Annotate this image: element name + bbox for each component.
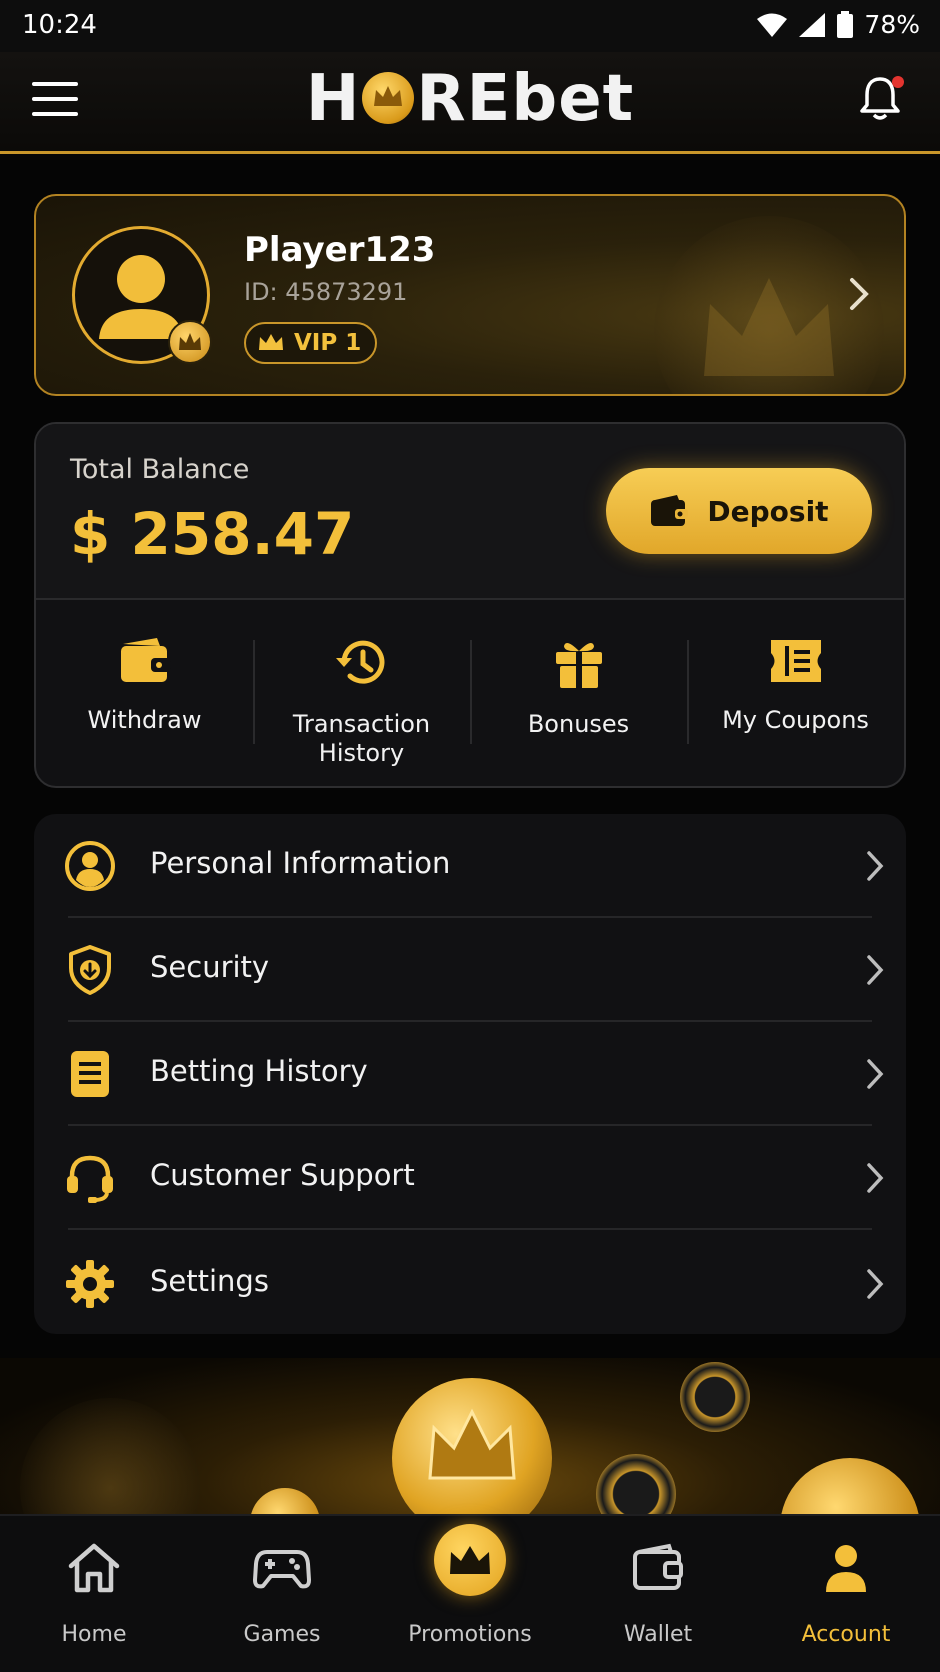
shield-icon	[69, 945, 111, 995]
status-time: 10:24	[22, 10, 97, 40]
menu-label: Betting History	[150, 1054, 368, 1088]
nav-label: Games	[243, 1622, 321, 1647]
poker-chip	[596, 1454, 676, 1514]
home-icon	[68, 1543, 120, 1593]
history-icon	[335, 640, 384, 684]
wallet-icon	[633, 1543, 683, 1590]
notification-bell-icon[interactable]	[858, 74, 904, 124]
poker-chip	[680, 1362, 750, 1432]
chevron-right-icon	[867, 955, 884, 985]
gold-coin	[780, 1458, 920, 1514]
chevron-right-icon[interactable]	[848, 276, 870, 312]
brand-logo: H REbet	[305, 62, 635, 136]
nav-label: Wallet	[623, 1622, 693, 1647]
vip-crown-badge-icon	[168, 320, 212, 364]
battery-percent: 78%	[864, 10, 920, 39]
my-coupons-label: My Coupons	[722, 706, 869, 734]
person-icon	[826, 1545, 866, 1592]
nav-account[interactable]: Account	[752, 1516, 940, 1672]
chevron-right-icon	[867, 1269, 884, 1299]
transaction-history-button[interactable]: Transaction History	[253, 602, 470, 786]
deposit-button[interactable]: Deposit	[606, 468, 872, 554]
nav-label: Promotions	[408, 1622, 532, 1647]
menu-item-personal-information[interactable]: Personal Information	[34, 814, 906, 918]
my-coupons-button[interactable]: My Coupons	[687, 602, 904, 786]
menu-label: Settings	[150, 1264, 269, 1298]
faded-crown-coin	[20, 1398, 200, 1514]
gold-coin	[250, 1488, 320, 1514]
document-icon	[71, 1051, 109, 1097]
profile-card[interactable]: Player123 ID: 45873291 VIP 1	[34, 194, 906, 396]
promo-banner[interactable]	[0, 1358, 940, 1514]
gift-icon	[555, 642, 602, 688]
nav-home[interactable]: Home	[0, 1516, 188, 1672]
chevron-right-icon	[867, 1163, 884, 1193]
bonuses-button[interactable]: Bonuses	[470, 602, 687, 786]
chevron-right-icon	[867, 851, 884, 881]
wallet-icon	[651, 495, 689, 526]
menu-label: Security	[150, 950, 270, 984]
balance-label: Total Balance	[70, 454, 250, 485]
menu-item-betting-history[interactable]: Betting History	[34, 1022, 906, 1126]
chevron-right-icon	[867, 1059, 884, 1089]
battery-icon	[837, 10, 854, 38]
wifi-icon	[757, 13, 788, 37]
coupon-icon	[770, 640, 821, 682]
balance-card: Total Balance $ 258.47 Deposit Withdraw …	[34, 422, 906, 788]
bonuses-label: Bonuses	[527, 710, 630, 738]
withdraw-button[interactable]: Withdraw	[36, 602, 253, 786]
nav-promotions[interactable]: Promotions	[376, 1516, 564, 1672]
signal-icon	[799, 12, 826, 37]
menu-item-security[interactable]: Security	[34, 918, 906, 1022]
nav-games[interactable]: Games	[188, 1516, 376, 1672]
headset-icon	[67, 1155, 113, 1203]
player-name: Player123	[244, 230, 436, 270]
menu-item-settings[interactable]: Settings	[34, 1232, 906, 1336]
status-bar: 10:24 78%	[0, 0, 940, 52]
bottom-navigation: Home Games Promotions Wallet Account	[0, 1514, 940, 1672]
transaction-history-label: Transaction History	[292, 710, 431, 767]
vip-badge: VIP 1	[244, 322, 378, 364]
nav-wallet[interactable]: Wallet	[564, 1516, 752, 1672]
nav-label: Account	[801, 1622, 891, 1647]
account-menu: Personal Information Security Betting Hi…	[34, 814, 906, 1334]
gold-crown-coin	[392, 1378, 552, 1514]
menu-label: Personal Information	[150, 846, 451, 880]
promotions-highlight	[434, 1524, 506, 1596]
crown-icon	[450, 1546, 490, 1574]
balance-value: $ 258.47	[70, 500, 355, 568]
player-id: ID: 45873291	[244, 278, 408, 306]
menu-item-customer-support[interactable]: Customer Support	[34, 1126, 906, 1230]
menu-label: Customer Support	[150, 1158, 415, 1192]
notification-dot	[892, 76, 904, 88]
logo-coin-icon	[362, 72, 415, 124]
withdraw-label: Withdraw	[87, 706, 202, 734]
user-circle-icon	[65, 841, 115, 891]
nav-label: Home	[61, 1622, 127, 1647]
app-header: H REbet	[0, 52, 940, 154]
gamepad-icon	[253, 1550, 311, 1589]
crown-icon	[259, 334, 283, 350]
gear-icon	[66, 1260, 114, 1308]
wallet-icon	[120, 638, 171, 682]
